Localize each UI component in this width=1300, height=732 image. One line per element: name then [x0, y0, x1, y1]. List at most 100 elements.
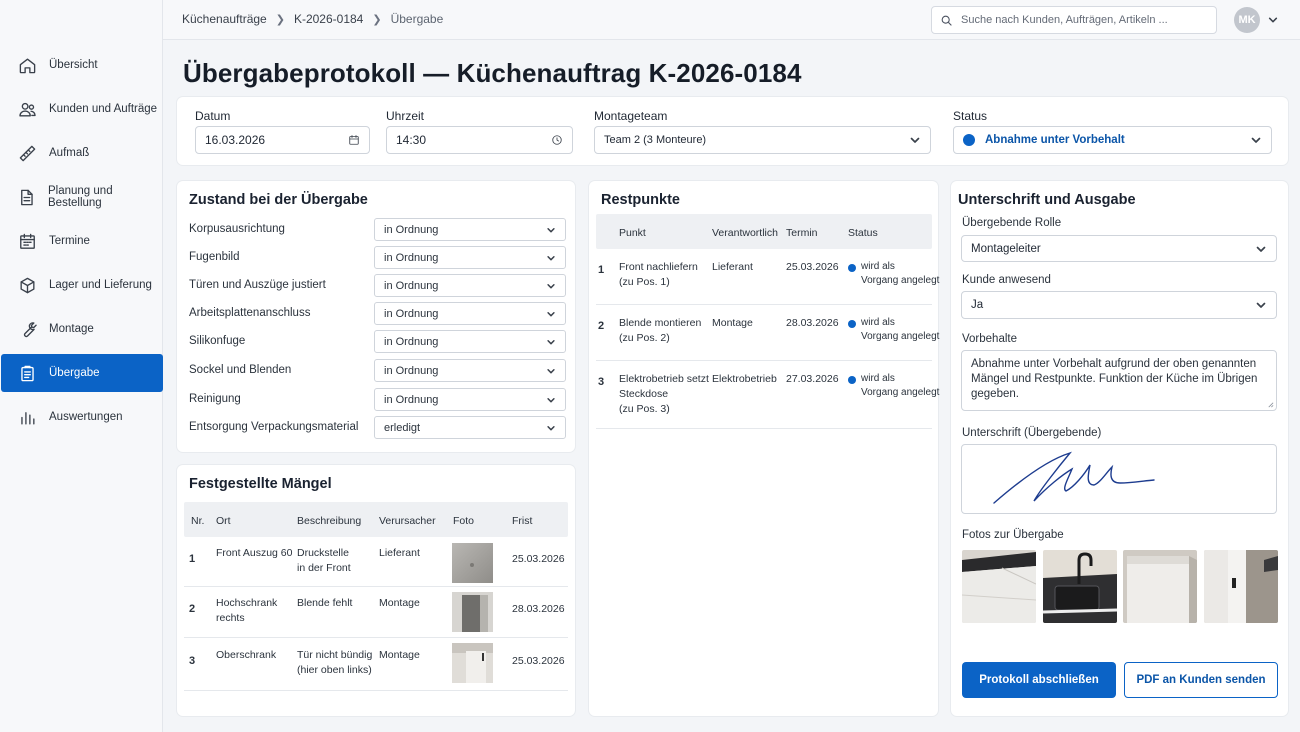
sidebar-nav: Übersicht Kunden und Aufträge Aufmaß Pla…	[0, 46, 163, 442]
customer-present-value: Ja	[971, 299, 984, 311]
open-item-status-line: Vorgang angelegt	[861, 331, 940, 342]
bar-chart-icon	[17, 407, 37, 427]
condition-select[interactable]: in Ordnung	[374, 359, 566, 382]
search-icon	[941, 15, 952, 26]
breadcrumb-item[interactable]: Küchenaufträge	[182, 12, 267, 26]
condition-select[interactable]: in Ordnung	[374, 274, 566, 297]
chevron-down-icon	[546, 281, 556, 291]
role-value: Montageleiter	[971, 242, 1041, 255]
col-beschreibung: Beschreibung	[297, 515, 362, 527]
open-item-responsible: Montage	[712, 317, 753, 329]
top-bar: Küchenaufträge ❯ K-2026-0184 ❯ Übergabe …	[163, 0, 1300, 40]
open-item-point-line: Elektrobetrieb setzt	[619, 373, 709, 385]
signature-pad[interactable]	[961, 444, 1277, 514]
condition-select[interactable]: erledigt	[374, 416, 566, 439]
reservations-textarea[interactable]: Abnahme unter Vorbehalt aufgrund der obe…	[961, 350, 1277, 411]
breadcrumb-item[interactable]: K-2026-0184	[294, 12, 363, 26]
role-select[interactable]: Montageleiter	[961, 235, 1277, 262]
row-divider	[184, 690, 568, 691]
chevron-down-icon	[1255, 299, 1267, 311]
open-item-point-line: Front nachliefern	[619, 261, 698, 273]
search-input[interactable]	[961, 14, 1211, 26]
condition-value: in Ordnung	[384, 223, 439, 236]
date-field[interactable]: 16.03.2026	[195, 126, 370, 154]
col-termin: Termin	[786, 227, 818, 239]
defect-photo-thumbnail[interactable]	[452, 592, 493, 632]
resize-handle-icon[interactable]	[1267, 401, 1274, 408]
avatar[interactable]: MK	[1234, 7, 1260, 33]
date-value: 16.03.2026	[205, 133, 266, 147]
customer-present-select[interactable]: Ja	[961, 291, 1277, 319]
open-item-point: Elektrobetrieb setzt Steckdose (zu Pos. 3)	[619, 372, 709, 417]
defect-photo-thumbnail[interactable]	[452, 543, 493, 583]
sidebar-item-label: Übersicht	[49, 59, 98, 71]
reservations-text: Abnahme unter Vorbehalt aufgrund der obe…	[971, 358, 1258, 400]
sidebar-item-uebersicht[interactable]: Übersicht	[1, 46, 163, 84]
calendar-icon[interactable]	[348, 134, 360, 146]
role-label: Übergebende Rolle	[962, 217, 1062, 229]
defect-description-line: Druckstelle	[297, 547, 349, 559]
defect-cause: Montage	[379, 649, 420, 661]
sidebar-item-auswertungen[interactable]: Auswertungen	[1, 398, 163, 436]
row-divider	[596, 428, 932, 429]
sidebar-item-label: Termine	[49, 235, 90, 247]
breadcrumb-current: Übergabe	[390, 12, 444, 26]
chevron-down-icon	[546, 395, 556, 405]
open-item-point: Blende montieren (zu Pos. 2)	[619, 316, 701, 346]
condition-select[interactable]: in Ordnung	[374, 246, 566, 269]
chevron-down-icon	[546, 225, 556, 235]
handover-photo[interactable]	[962, 550, 1036, 623]
open-item-date: 27.03.2026	[786, 373, 839, 385]
condition-select[interactable]: in Ordnung	[374, 218, 566, 241]
handover-photo[interactable]	[1204, 550, 1278, 623]
condition-select[interactable]: in Ordnung	[374, 330, 566, 353]
sidebar-item-termine[interactable]: Termine	[1, 222, 163, 260]
send-pdf-button[interactable]: PDF an Kunden senden	[1124, 662, 1278, 698]
sidebar-item-kunden[interactable]: Kunden und Aufträge	[1, 90, 163, 128]
time-field[interactable]: 14:30	[386, 126, 573, 154]
finish-protocol-button[interactable]: Protokoll abschließen	[962, 662, 1116, 698]
team-value: Team 2 (3 Monteure)	[604, 134, 707, 146]
sidebar-item-montage[interactable]: Montage	[1, 310, 163, 348]
status-select[interactable]: Abnahme unter Vorbehalt	[953, 126, 1272, 154]
wrench-icon	[17, 319, 37, 339]
sidebar-item-uebergabe[interactable]: Übergabe	[1, 354, 163, 392]
defect-location-line: Oberschrank	[216, 649, 277, 661]
team-select[interactable]: Team 2 (3 Monteure)	[594, 126, 931, 154]
open-item-status-line: wird als	[861, 261, 895, 272]
sidebar-item-planung[interactable]: Planung und Bestellung	[1, 178, 163, 216]
signature-drawing	[993, 451, 1155, 504]
col-status: Status	[848, 227, 878, 239]
col-foto: Foto	[453, 515, 475, 527]
defect-deadline: 25.03.2026	[512, 655, 565, 667]
open-item-point-line: Steckdose	[619, 388, 669, 400]
defect-location-line: rechts	[216, 612, 245, 624]
condition-select[interactable]: in Ordnung	[374, 302, 566, 325]
defect-location: Oberschrank	[216, 648, 276, 663]
sidebar-item-aufmass[interactable]: Aufmaß	[1, 134, 163, 172]
sidebar-item-lager[interactable]: Lager und Lieferung	[1, 266, 163, 304]
row-divider	[596, 304, 932, 305]
defects-title: Festgestellte Mängel	[189, 476, 332, 492]
open-item-responsible: Elektrobetrieb	[712, 373, 777, 385]
defect-photo-thumbnail[interactable]	[452, 643, 493, 683]
photos-label: Fotos zur Übergabe	[962, 529, 1064, 541]
open-item-date: 25.03.2026	[786, 261, 839, 273]
sidebar-item-label: Planung und Bestellung	[48, 185, 113, 209]
defect-description-line: (hier oben links)	[297, 664, 372, 676]
handover-photo[interactable]	[1123, 550, 1197, 623]
handover-photo[interactable]	[1043, 550, 1117, 623]
chevron-down-icon[interactable]	[1268, 14, 1278, 24]
breadcrumb: Küchenaufträge ❯ K-2026-0184 ❯ Übergabe	[182, 12, 443, 26]
condition-value: erledigt	[384, 421, 421, 434]
condition-select[interactable]: in Ordnung	[374, 388, 566, 411]
chevron-down-icon	[909, 134, 921, 146]
defect-cause: Lieferant	[379, 547, 420, 559]
condition-title: Zustand bei der Übergabe	[189, 192, 368, 208]
col-ort: Ort	[216, 515, 231, 527]
signature-title: Unterschrift und Ausgabe	[958, 192, 1136, 208]
clock-icon[interactable]	[551, 134, 563, 146]
open-item-point: Front nachliefern (zu Pos. 1)	[619, 260, 698, 290]
defect-description: Druckstelle in der Front	[297, 546, 351, 576]
defect-location-line: Front Auszug 60	[216, 547, 293, 559]
